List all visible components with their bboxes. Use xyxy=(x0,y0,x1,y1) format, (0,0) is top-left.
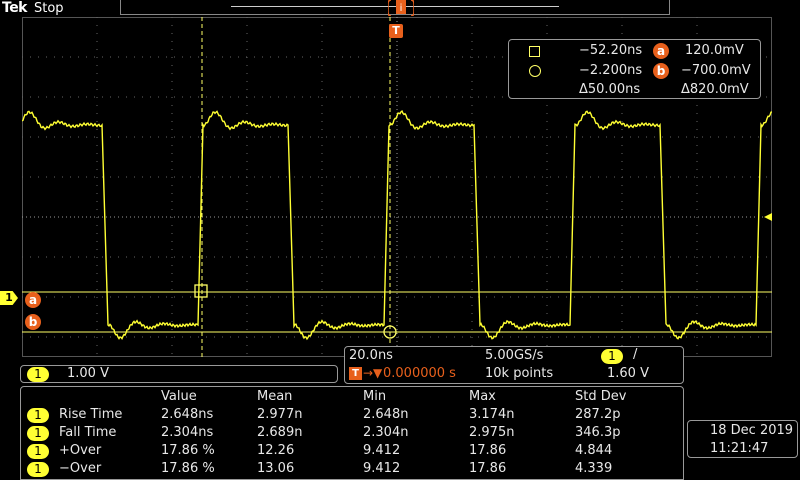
cursor-a-icon: a xyxy=(653,43,669,59)
measurement-max: 3.174n xyxy=(469,407,515,422)
measurement-name: Fall Time xyxy=(59,425,117,440)
delta-time: Δ50.00ns xyxy=(579,82,641,97)
cursor-a-badge: a xyxy=(25,292,41,308)
position-arrow-icon: →▼ xyxy=(363,366,383,380)
brand-logo: Tek xyxy=(2,0,28,16)
cursor-b-badge: b xyxy=(25,314,41,330)
measurement-channel-badge: 1 xyxy=(27,462,49,477)
cursor-a-side-marker[interactable]: a xyxy=(25,292,41,308)
run-state-label[interactable]: Stop xyxy=(34,1,64,16)
cursor-1-square-marker[interactable] xyxy=(194,284,208,298)
measurement-value: 2.304ns xyxy=(161,425,214,440)
measurement-max: 17.86 xyxy=(469,461,507,476)
measurement-header: Max xyxy=(469,389,496,404)
cursor-readout-panel[interactable]: −52.20ns a 120.0mV −2.200ns b −700.0mV Δ… xyxy=(508,39,761,99)
channel1-scale-panel[interactable]: 1 1.00 V xyxy=(20,365,338,383)
measurement-value: 17.86 % xyxy=(161,443,215,458)
measurement-name: +Over xyxy=(59,443,102,458)
channel1-ground-marker-label: 1 xyxy=(5,291,13,304)
cursor2-voltage: −700.0mV xyxy=(681,63,751,78)
measurement-mean: 2.977n xyxy=(257,407,303,422)
date-label: 18 Dec 2019 xyxy=(710,423,794,438)
datetime-panel: 18 Dec 2019 11:21:47 xyxy=(687,420,798,458)
measurement-header: Value xyxy=(161,389,197,404)
square-cursor-icon xyxy=(529,46,540,57)
horizontal-position: 0.000000 s xyxy=(383,366,456,381)
channel1-ground-marker[interactable]: 1 xyxy=(0,291,18,305)
trigger-source-badge: 1 xyxy=(601,349,623,364)
measurement-min: 2.648n xyxy=(363,407,409,422)
horizontal-trigger-panel[interactable]: 20.0ns 5.00GS/s 1 / T →▼ 0.000000 s 10k … xyxy=(344,346,684,384)
measurement-min: 9.412 xyxy=(363,461,401,476)
trigger-time-marker-label: T xyxy=(392,24,400,37)
channel1-volts-per-div: 1.00 V xyxy=(67,366,109,381)
circle-cursor-icon xyxy=(529,65,541,77)
trigger-slope-icon: / xyxy=(633,347,638,362)
trigger-level: 1.60 V xyxy=(607,366,649,381)
measurement-value: 2.648ns xyxy=(161,407,214,422)
cursor1-time: −52.20ns xyxy=(579,43,643,58)
measurement-std: 346.3p xyxy=(575,425,621,440)
measurement-min: 9.412 xyxy=(363,443,401,458)
measurement-min: 2.304n xyxy=(363,425,409,440)
measurement-mean: 13.06 xyxy=(257,461,295,476)
measurement-channel-badge: 1 xyxy=(27,408,49,423)
measurement-channel-badge: 1 xyxy=(27,444,49,459)
measurement-std: 4.844 xyxy=(575,443,613,458)
cursor1-voltage: 120.0mV xyxy=(685,43,744,58)
cursor-b-icon: b xyxy=(653,63,669,79)
measurement-header: Mean xyxy=(257,389,293,404)
cursor2-time: −2.200ns xyxy=(579,63,643,78)
measurement-channel-badge: 1 xyxy=(27,426,49,441)
measurement-value: 17.86 % xyxy=(161,461,215,476)
measurement-max: 2.975n xyxy=(469,425,515,440)
channel1-badge: 1 xyxy=(27,367,49,382)
time-label: 11:21:47 xyxy=(710,441,769,456)
measurement-mean: 12.26 xyxy=(257,443,295,458)
time-per-div: 20.0ns xyxy=(349,348,393,363)
measurement-name: −Over xyxy=(59,461,102,476)
svg-text:i: i xyxy=(400,3,403,14)
measurements-panel[interactable]: Value Mean Min Max Std Dev 1 Rise Time 2.648ns… xyxy=(20,386,684,480)
measurement-header: Std Dev xyxy=(575,389,627,404)
measurement-header: Min xyxy=(363,389,387,404)
cursor-b-side-marker[interactable]: b xyxy=(25,314,41,330)
measurement-std: 4.339 xyxy=(575,461,613,476)
sample-rate: 5.00GS/s xyxy=(485,348,544,363)
trigger-position-icon[interactable]: i xyxy=(388,0,414,16)
measurement-std: 287.2p xyxy=(575,407,621,422)
measurement-name: Rise Time xyxy=(59,407,123,422)
measurement-max: 17.86 xyxy=(469,443,507,458)
delta-voltage: Δ820.0mV xyxy=(681,82,749,97)
trigger-position-icon-small: T xyxy=(349,367,362,380)
trigger-time-marker[interactable]: T xyxy=(389,24,403,38)
measurement-mean: 2.689n xyxy=(257,425,303,440)
trigger-level-arrow-icon[interactable] xyxy=(764,213,772,221)
record-length: 10k points xyxy=(485,366,554,381)
